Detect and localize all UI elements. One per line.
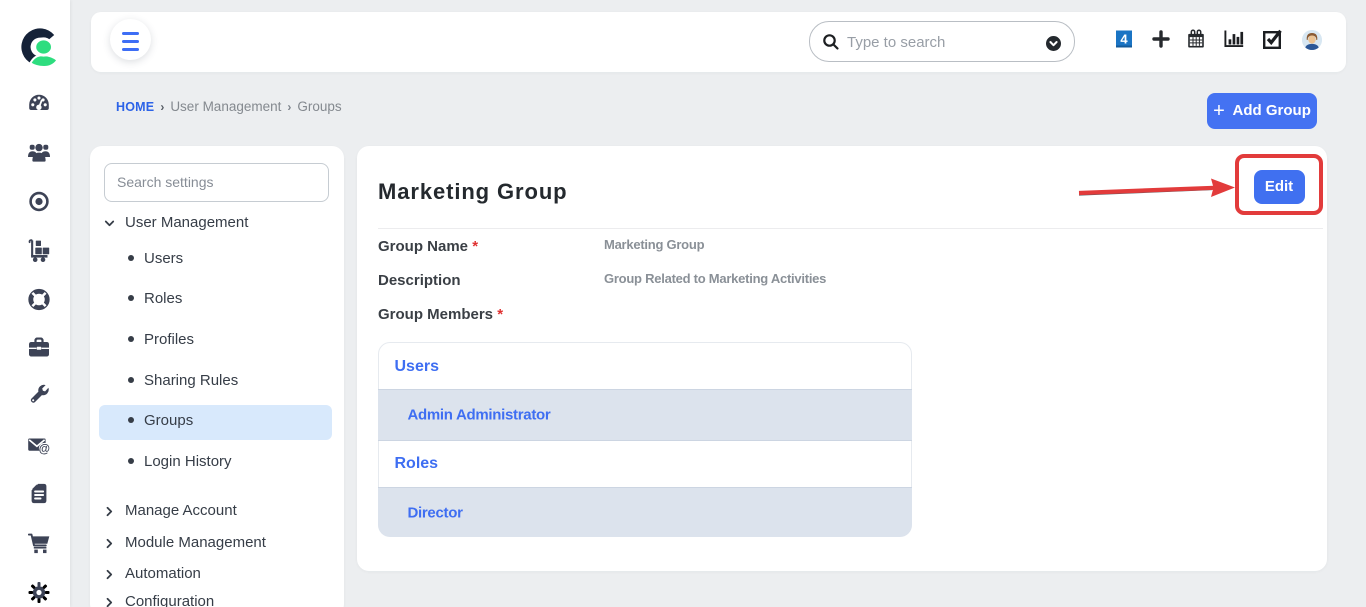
svg-text:@: @ — [39, 444, 50, 456]
